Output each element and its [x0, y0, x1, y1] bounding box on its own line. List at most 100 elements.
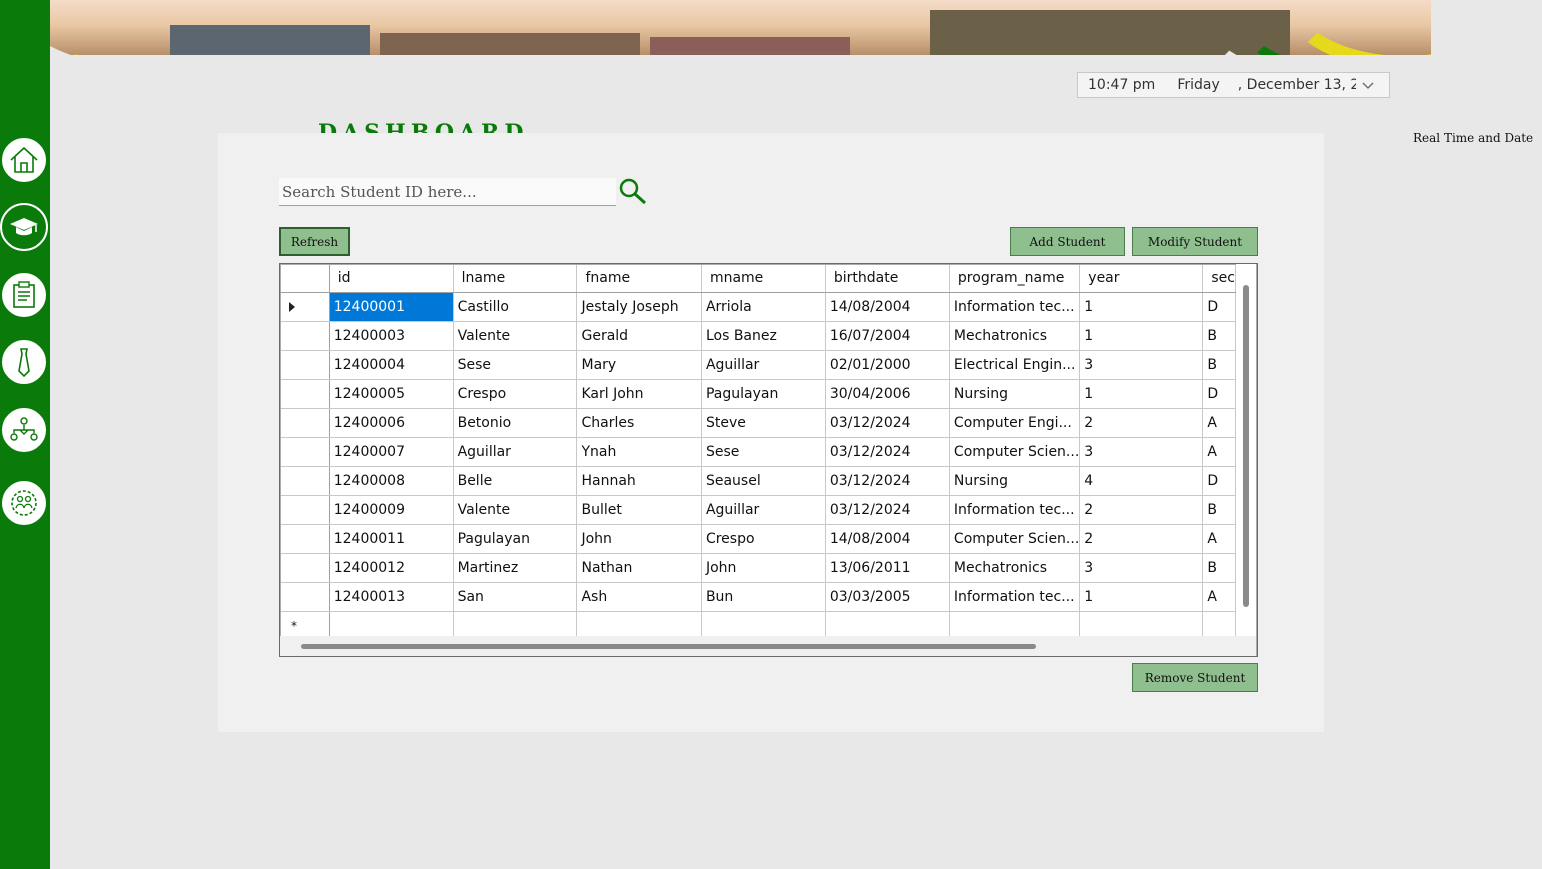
cell-year[interactable]: 1	[1079, 321, 1204, 351]
table-row[interactable]: 12400004 Sese Mary Aguillar 02/01/2000 Electr…	[281, 350, 1236, 380]
row-header[interactable]	[281, 321, 330, 351]
cell-program_name[interactable]: Information tec...	[949, 582, 1081, 612]
search-input[interactable]	[279, 178, 616, 206]
cell-mname[interactable]: Seausel	[701, 466, 826, 496]
cell-id[interactable]: 12400005	[329, 379, 454, 409]
cell-mname[interactable]: Bun	[701, 582, 826, 612]
table-row[interactable]: 12400006 Betonio Charles Steve 03/12/2024 Com…	[281, 408, 1236, 438]
cell-fname[interactable]: Charles	[576, 408, 702, 438]
cell-id[interactable]: 12400011	[329, 524, 454, 554]
cell-sec[interactable]: A	[1202, 582, 1236, 612]
cell-lname[interactable]: Valente	[453, 321, 578, 351]
column-header-birthdate[interactable]: birthdate	[825, 265, 950, 293]
row-header[interactable]	[281, 466, 330, 496]
cell-birthdate[interactable]: 13/06/2011	[825, 553, 950, 583]
row-header[interactable]	[281, 408, 330, 438]
cell-mname[interactable]: Aguillar	[701, 350, 826, 380]
cell-sec[interactable]: A	[1202, 437, 1236, 467]
table-row[interactable]: 12400005 Crespo Karl John Pagulayan 30/04/20…	[281, 379, 1236, 409]
refresh-button[interactable]: Refresh	[279, 227, 350, 256]
cell-fname[interactable]: Ynah	[576, 437, 702, 467]
cell-sec[interactable]: B	[1202, 350, 1236, 380]
remove-student-button[interactable]: Remove Student	[1132, 663, 1258, 692]
nav-settings-button[interactable]	[0, 479, 48, 527]
cell-program_name[interactable]: Computer Engi...	[949, 408, 1081, 438]
cell-mname[interactable]: Los Banez	[701, 321, 826, 351]
cell-id[interactable]: 12400009	[329, 495, 454, 525]
column-header-mname[interactable]: mname	[701, 265, 826, 293]
row-header[interactable]	[281, 553, 330, 583]
cell-id[interactable]: 12400007	[329, 437, 454, 467]
table-row[interactable]: 12400008 Belle Hannah Seausel 03/12/2024 Nurs…	[281, 466, 1236, 496]
cell-birthdate[interactable]: 03/03/2005	[825, 582, 950, 612]
cell-program_name[interactable]: Information tec...	[949, 292, 1081, 322]
nav-organization-button[interactable]	[0, 406, 48, 454]
cell-year[interactable]: 1	[1079, 582, 1204, 612]
cell-fname[interactable]: Bullet	[576, 495, 702, 525]
cell-program_name[interactable]: Electrical Engin...	[949, 350, 1081, 380]
cell-sec[interactable]: D	[1202, 466, 1236, 496]
students-data-grid[interactable]: id lname fname mname birthdate program_name ye…	[279, 263, 1258, 657]
cell-fname[interactable]: Nathan	[576, 553, 702, 583]
nav-records-button[interactable]	[0, 271, 48, 319]
cell-birthdate[interactable]: 03/12/2024	[825, 437, 950, 467]
row-header[interactable]	[281, 524, 330, 554]
column-header-fname[interactable]: fname	[576, 265, 702, 293]
cell-lname[interactable]: Valente	[453, 495, 578, 525]
column-header-sec[interactable]: sec	[1202, 265, 1236, 293]
modify-student-button[interactable]: Modify Student	[1132, 227, 1258, 256]
cell-lname[interactable]: Martinez	[453, 553, 578, 583]
cell-id[interactable]: 12400003	[329, 321, 454, 351]
datetime-picker[interactable]: 10:47 pm Friday , December 13, 2(	[1077, 72, 1390, 98]
cell-year[interactable]: 1	[1079, 292, 1204, 322]
cell-sec[interactable]: B	[1202, 553, 1236, 583]
cell-id[interactable]: 12400013	[329, 582, 454, 612]
cell-fname[interactable]: Jestaly Joseph	[576, 292, 702, 322]
table-row[interactable]: 12400001 Castillo Jestaly Joseph Arriola 14/…	[281, 292, 1236, 322]
cell-program_name[interactable]: Nursing	[949, 379, 1081, 409]
cell-fname[interactable]: Karl John	[576, 379, 702, 409]
table-row[interactable]: 12400013 San Ash Bun 03/03/2005 Information t…	[281, 582, 1236, 612]
cell-lname[interactable]: Betonio	[453, 408, 578, 438]
cell-id[interactable]: 12400008	[329, 466, 454, 496]
cell-birthdate[interactable]: 03/12/2024	[825, 466, 950, 496]
cell-program_name[interactable]: Computer Scien...	[949, 524, 1081, 554]
table-row[interactable]: 12400012 Martinez Nathan John 13/06/2011 Mech…	[281, 553, 1236, 583]
cell-lname[interactable]: Crespo	[453, 379, 578, 409]
cell-program_name[interactable]: Nursing	[949, 466, 1081, 496]
cell-mname[interactable]: Arriola	[701, 292, 826, 322]
search-icon[interactable]	[617, 177, 649, 207]
add-student-button[interactable]: Add Student	[1010, 227, 1125, 256]
cell-lname[interactable]: Aguillar	[453, 437, 578, 467]
cell-year[interactable]: 1	[1079, 379, 1204, 409]
row-header[interactable]	[281, 582, 330, 612]
cell-lname[interactable]: Castillo	[453, 292, 578, 322]
table-row[interactable]: 12400011 Pagulayan John Crespo 14/08/2004 Com…	[281, 524, 1236, 554]
cell-birthdate[interactable]: 03/12/2024	[825, 495, 950, 525]
table-row[interactable]: 12400009 Valente Bullet Aguillar 03/12/2024 I…	[281, 495, 1236, 525]
cell-sec[interactable]: A	[1202, 524, 1236, 554]
cell-program_name[interactable]: Mechatronics	[949, 553, 1081, 583]
cell-program_name[interactable]: Information tec...	[949, 495, 1081, 525]
cell-fname[interactable]: Gerald	[576, 321, 702, 351]
cell-mname[interactable]: Pagulayan	[701, 379, 826, 409]
horizontal-scrollbar[interactable]	[280, 636, 1236, 656]
row-header[interactable]	[281, 495, 330, 525]
cell-birthdate[interactable]: 30/04/2006	[825, 379, 950, 409]
cell-year[interactable]: 3	[1079, 437, 1204, 467]
cell-lname[interactable]: San	[453, 582, 578, 612]
table-row[interactable]: 12400003 Valente Gerald Los Banez 16/07/2004…	[281, 321, 1236, 351]
cell-id[interactable]: 12400001	[329, 292, 454, 322]
cell-program_name[interactable]: Mechatronics	[949, 321, 1081, 351]
cell-sec[interactable]: A	[1202, 408, 1236, 438]
column-header-program_name[interactable]: program_name	[949, 265, 1081, 293]
cell-year[interactable]: 2	[1079, 495, 1204, 525]
cell-mname[interactable]: Sese	[701, 437, 826, 467]
cell-mname[interactable]: Steve	[701, 408, 826, 438]
cell-mname[interactable]: Crespo	[701, 524, 826, 554]
cell-id[interactable]: 12400012	[329, 553, 454, 583]
cell-year[interactable]: 2	[1079, 524, 1204, 554]
cell-lname[interactable]: Belle	[453, 466, 578, 496]
cell-mname[interactable]: Aguillar	[701, 495, 826, 525]
cell-fname[interactable]: Hannah	[576, 466, 702, 496]
